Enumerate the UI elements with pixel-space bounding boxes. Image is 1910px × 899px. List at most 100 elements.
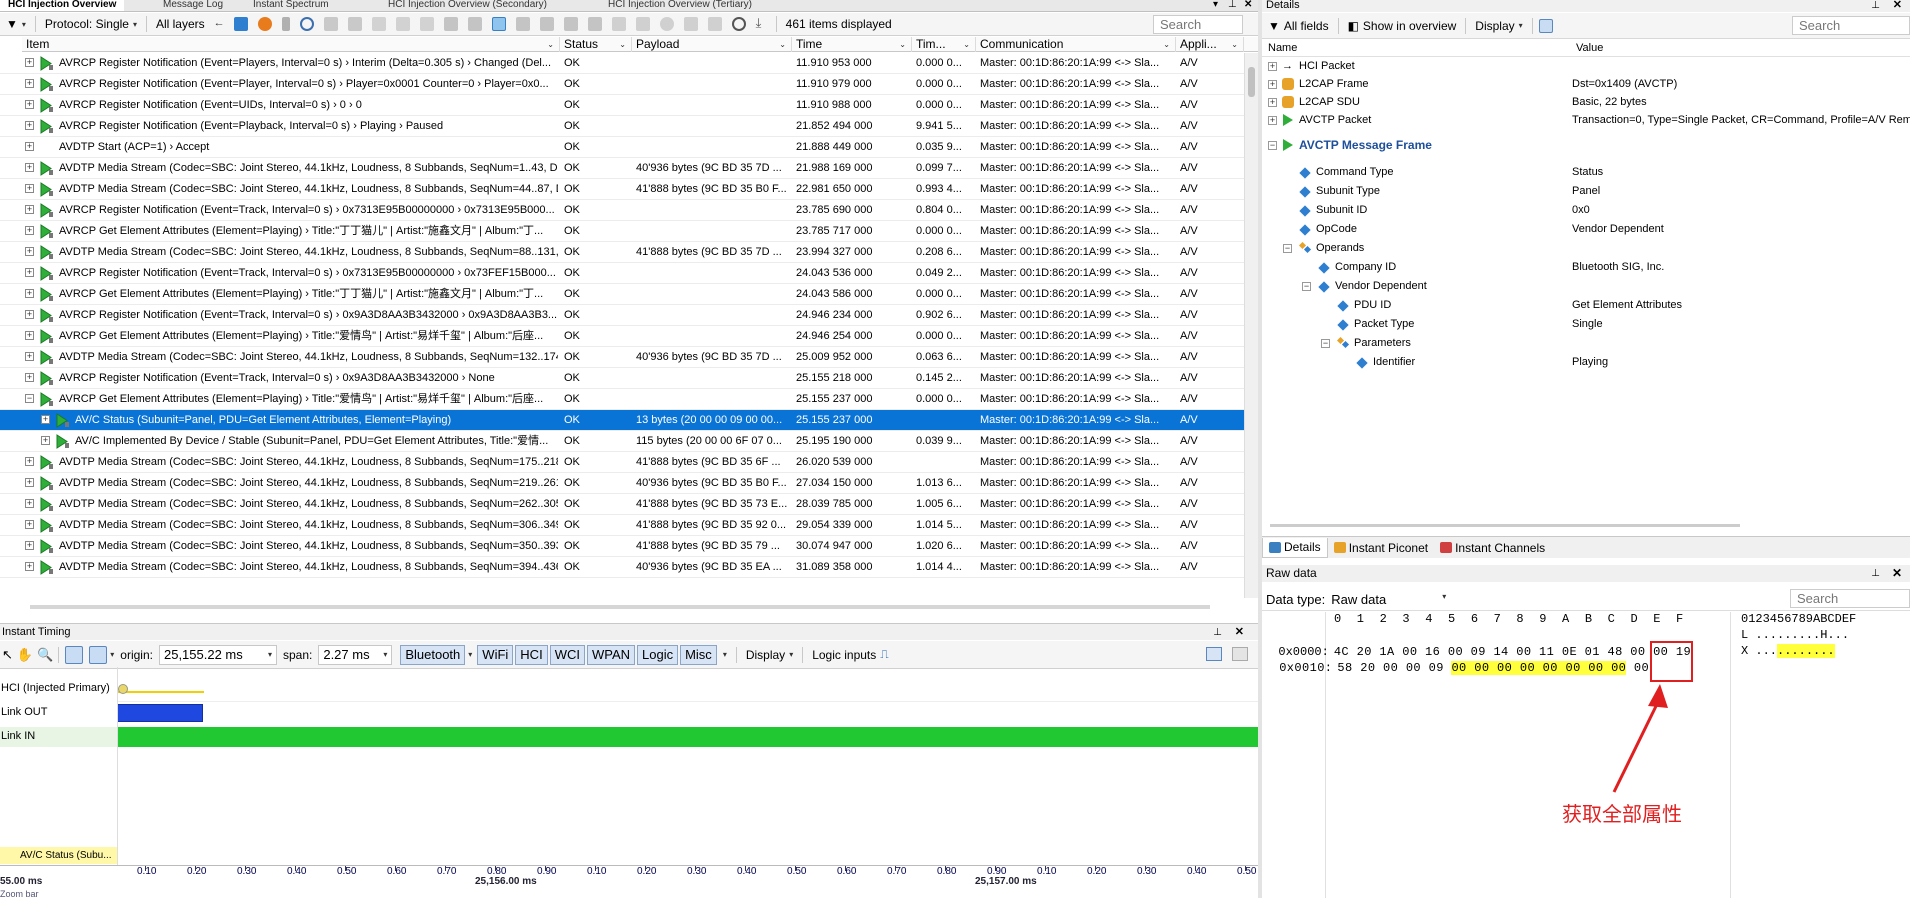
card-icon[interactable] [635,17,650,31]
column-header-1[interactable]: Status ⌄ [560,37,632,52]
details-row[interactable]: + → HCI Packet [1262,57,1910,76]
ascii-row-1-highlighted[interactable]: ........ [1777,644,1835,658]
selected-event-tag[interactable]: AV/C Status (Subu... [0,847,117,864]
table-row[interactable]: + AVRCP Register Notification (Event=Play… [0,53,1244,74]
expand-toggle-icon[interactable]: + [25,373,34,382]
column-header-3[interactable]: Time ⌄ [792,37,912,52]
details-row[interactable]: Identifier Playing [1262,353,1910,372]
table-row[interactable]: + AVRCP Register Notification (Event=Play… [0,116,1244,137]
column-filter-icon[interactable]: ⌄ [779,37,786,52]
details-tab-2[interactable]: Instant Channels [1434,538,1551,558]
column-header-6[interactable]: Appli... ⌄ [1176,37,1244,52]
layer-button-hci[interactable]: HCI [515,644,548,665]
tree-icon[interactable] [443,17,458,31]
table-row[interactable]: − AVRCP Get Element Attributes (Element=P… [0,389,1244,410]
hci-event-marker[interactable] [118,684,128,694]
pane-splitter[interactable] [1258,0,1262,898]
pin-icon[interactable]: ⊥ [1213,624,1222,641]
details-row[interactable]: OpCode Vendor Dependent [1262,220,1910,239]
details-row[interactable]: − AVCTP Message Frame [1262,136,1910,155]
details-row[interactable]: − Vendor Dependent [1262,277,1910,296]
expand-toggle-icon[interactable]: + [25,268,34,277]
export-icon[interactable] [1538,18,1553,33]
window-icon[interactable] [707,17,722,31]
details-hscroll[interactable] [1270,524,1740,527]
table-row[interactable]: + AVRCP Register Notification (Event=Play… [0,74,1244,95]
column-filter-icon[interactable]: ⌄ [899,37,906,52]
details-row[interactable]: Company ID Bluetooth SIG, Inc. [1262,258,1910,277]
details-row[interactable]: Command Type Status [1262,163,1910,182]
back-arrow-icon[interactable]: ← [214,17,225,31]
details-row[interactable]: Subunit ID 0x0 [1262,201,1910,220]
column-filter-icon[interactable]: ⌄ [963,37,970,52]
protocol-dropdown[interactable]: Protocol: Single ▾ [39,17,143,31]
mouse-icon[interactable] [371,17,386,31]
details-display-dropdown[interactable]: Display ▾ [1469,19,1528,33]
marker-icon[interactable] [89,645,108,664]
expand-toggle-icon[interactable]: + [25,541,34,550]
table-row[interactable]: + AVDTP Media Stream (Codec=SBC: Joint St… [0,515,1244,536]
expand-toggle-icon[interactable]: + [25,100,34,109]
column-header-5[interactable]: Communication ⌄ [976,37,1176,52]
highlight-icon[interactable] [257,17,272,31]
pin-icon[interactable]: ⊥ [1871,565,1880,582]
expand-toggle-icon[interactable]: + [41,436,50,445]
column-header-2[interactable]: Payload ⌄ [632,37,792,52]
file-icon[interactable] [563,17,578,31]
column-filter-icon[interactable]: ⌄ [547,37,554,52]
table-row[interactable]: + AVRCP Register Notification (Event=Trac… [0,200,1244,221]
tree-toggle-icon[interactable]: + [1268,116,1277,125]
layer-button-logic[interactable]: Logic [637,644,679,665]
phone-icon[interactable] [539,17,554,31]
column-filter-icon[interactable]: ⌄ [1231,37,1238,52]
tree-toggle-icon[interactable]: + [1268,80,1277,89]
table-row[interactable]: + AVDTP Start (ACP=1) › Accept OK 21.888 44… [0,137,1244,158]
column-filter-icon[interactable]: ⌄ [619,37,626,52]
table-row[interactable]: + AVDTP Media Stream (Codec=SBC: Joint St… [0,557,1244,578]
tab-1[interactable]: Message Log [155,0,231,11]
expand-toggle-icon[interactable]: + [25,163,34,172]
video-icon[interactable] [515,17,530,31]
expand-toggle-icon[interactable]: + [25,205,34,214]
tag-icon[interactable] [419,17,434,31]
tree-toggle-icon[interactable]: − [1321,339,1330,348]
all-fields-button[interactable]: ▼ All fields [1262,19,1335,33]
pin-icon[interactable] [281,17,290,31]
layer-button-wci[interactable]: WCI [549,644,585,665]
expand-toggle-icon[interactable]: + [25,310,34,319]
bug-icon[interactable] [395,17,410,31]
table-row[interactable]: + AVRCP Register Notification (Event=Trac… [0,263,1244,284]
tree-toggle-icon[interactable]: + [1268,98,1277,107]
edit-icon[interactable] [233,17,248,31]
tab-0[interactable]: HCI Injection Overview [0,0,125,11]
expand-toggle-icon[interactable]: + [25,520,34,529]
tree-toggle-icon[interactable]: − [1268,141,1277,150]
layers-dropdown[interactable]: All layers [150,17,211,31]
grid-search-input[interactable]: Search [1153,15,1243,34]
hex-row-1-bytes-highlighted[interactable]: 00 00 00 00 00 00 00 00 [1451,661,1627,675]
expand-toggle-icon[interactable]: + [25,226,34,235]
grid-horizontal-scrollbar[interactable] [30,605,1210,609]
table-row[interactable]: + AV/C Implemented By Device / Stable (Su… [0,431,1244,452]
table-row[interactable]: + AVDTP Media Stream (Codec=SBC: Joint St… [0,179,1244,200]
details-tab-0[interactable]: Details [1262,537,1328,558]
filter-button[interactable]: ▼ ▾ [0,17,32,31]
table-row[interactable]: + AVDTP Media Stream (Codec=SBC: Joint St… [0,242,1244,263]
table-row[interactable]: + AVDTP Media Stream (Codec=SBC: Joint St… [0,494,1244,515]
screen-icon[interactable] [611,17,626,31]
close-icon[interactable]: ✕ [1244,0,1252,10]
close-icon[interactable]: ✕ [1892,565,1902,582]
table-row[interactable]: + AVDTP Media Stream (Codec=SBC: Joint St… [0,536,1244,557]
hex-row-1-bytes-a[interactable]: 58 20 00 00 09 [1337,661,1451,675]
details-row[interactable]: PDU ID Get Element Attributes [1262,296,1910,315]
ascii-row-1-a[interactable]: X ... [1741,644,1777,658]
details-row[interactable]: Subunit Type Panel [1262,182,1910,201]
filter-layer-icon[interactable] [323,17,338,31]
tab-list-icon[interactable]: ▾ [1213,0,1218,10]
ascii-row-0[interactable]: L .........H... [1741,628,1849,642]
origin-field[interactable]: 25,155.22 ms ▾ [158,644,277,665]
tree-toggle-icon[interactable]: + [1268,62,1277,71]
hci-activity-bar[interactable] [117,691,204,693]
refresh-icon[interactable] [731,17,746,31]
table-row[interactable]: + AVDTP Media Stream (Codec=SBC: Joint St… [0,347,1244,368]
